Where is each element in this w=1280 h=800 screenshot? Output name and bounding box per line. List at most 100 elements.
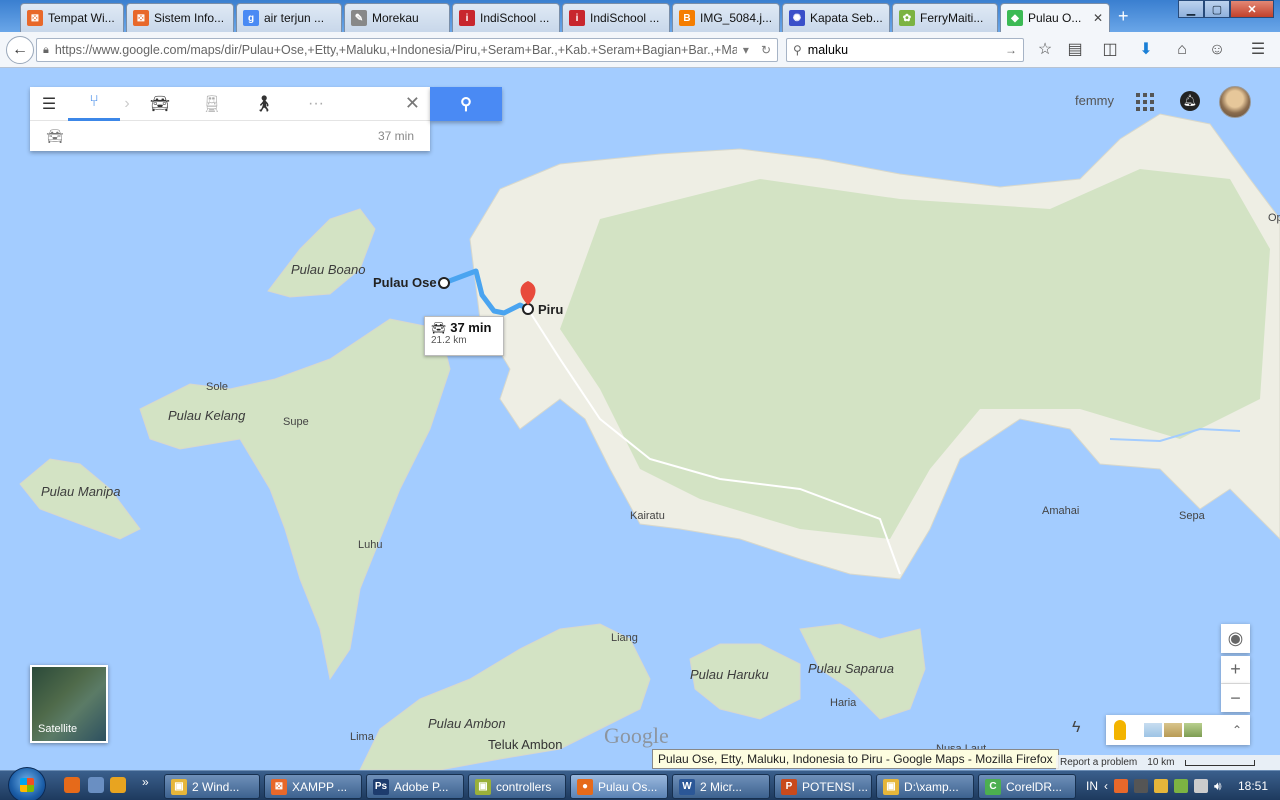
browser-tab[interactable]: ⊠ Tempat Wi... [20, 3, 124, 32]
browser-tab[interactable]: B IMG_5084.j... [672, 3, 780, 32]
back-button[interactable]: ← [6, 36, 34, 64]
map-label-destination: Piru [538, 302, 564, 317]
taskbar-item[interactable]: Ps Adobe P... [366, 774, 464, 799]
tab-label: FerryMaiti... [920, 11, 984, 25]
map-label: Pulau Manipa [41, 484, 121, 499]
taskbar-label: 2 Wind... [192, 779, 240, 794]
walk-icon[interactable]: 🚶︎ [238, 87, 290, 121]
address-bar[interactable]: 🔒︎ https://www.google.com/maps/dir/Pulau… [36, 38, 778, 62]
tab-label: Pulau O... [1028, 11, 1082, 25]
account-name[interactable]: femmy [1075, 93, 1114, 108]
browser-tab[interactable]: ✿ FerryMaiti... [892, 3, 998, 32]
avatar[interactable] [1219, 86, 1251, 118]
pegman-icon[interactable] [1114, 720, 1126, 740]
layer-thumbnail[interactable] [1184, 723, 1202, 737]
browser-tab[interactable]: ⊠ Sistem Info... [126, 3, 234, 32]
layer-thumbnail[interactable] [1144, 723, 1162, 737]
zoom-out-button[interactable]: − [1221, 684, 1250, 712]
taskbar-item[interactable]: ⊠ XAMPP ... [264, 774, 362, 799]
media-icon[interactable] [110, 777, 126, 793]
browser-tab[interactable]: i IndiSchool ... [562, 3, 670, 32]
satellite-toggle[interactable]: Satellite [30, 665, 108, 743]
search-bar[interactable]: ⚲ → [786, 38, 1024, 62]
language-indicator[interactable]: IN [1086, 779, 1098, 793]
zoom-in-button[interactable]: + [1221, 656, 1250, 684]
xampp-icon[interactable] [1114, 779, 1128, 793]
my-location-button[interactable]: ◉ [1221, 624, 1250, 653]
transit-icon[interactable]: 🚆︎ [186, 87, 238, 121]
close-icon[interactable]: ✕ [405, 93, 420, 114]
lightning-icon[interactable]: ϟ [1072, 719, 1080, 737]
taskbar-item[interactable]: ▣ 2 Wind... [164, 774, 260, 799]
volume-icon[interactable]: 🔊︎ [1214, 779, 1222, 794]
reading-list-icon[interactable]: ▤ [1065, 40, 1085, 60]
taskbar-label: Pulau Os... [598, 779, 658, 794]
close-icon[interactable]: ✕ [1093, 11, 1103, 25]
window-tooltip: Pulau Ose, Etty, Maluku, Indonesia to Pi… [652, 749, 1059, 769]
download-icon[interactable]: ⬇ [1136, 40, 1156, 60]
taskbar-item[interactable]: C CorelDR... [978, 774, 1076, 799]
computer-icon[interactable] [88, 777, 104, 793]
browser-tab[interactable]: ✺ Kapata Seb... [782, 3, 890, 32]
more-icon[interactable]: ··· [290, 87, 342, 121]
bookmark-star-icon[interactable]: ☆ [1035, 40, 1055, 60]
tab-active-maps[interactable]: ◆ Pulau O... ✕ [1000, 3, 1110, 32]
taskbar-item[interactable]: ▣ D:\xamp... [876, 774, 974, 799]
browser-tab[interactable]: i IndiSchool ... [452, 3, 560, 32]
layer-thumbnail[interactable] [1164, 723, 1182, 737]
location-icon: ◉ [1227, 628, 1244, 648]
browser-tab[interactable]: g air terjun ... [236, 3, 342, 32]
tray-app-icon[interactable] [1154, 779, 1168, 793]
tab-label: IMG_5084.j... [700, 11, 773, 25]
tab-label: IndiSchool ... [480, 11, 550, 25]
maximize-button[interactable]: ▢ [1204, 0, 1230, 18]
battery-icon[interactable] [1174, 779, 1188, 793]
start-button[interactable] [8, 767, 46, 800]
pocket-icon[interactable]: ◫ [1100, 40, 1120, 60]
map-canvas[interactable]: Pulau Boano Pulau Ose Piru Sole Pulau Ke… [0, 69, 1280, 770]
tab-label: Kapata Seb... [810, 11, 883, 25]
reload-icon[interactable]: ↻ [761, 43, 777, 57]
taskbar-item[interactable]: W 2 Micr... [672, 774, 770, 799]
taskbar-item[interactable]: ▣ controllers [468, 774, 566, 799]
menu-icon[interactable]: ☰ [30, 87, 68, 121]
tray-app-icon[interactable] [1134, 779, 1148, 793]
firefox-icon[interactable] [64, 777, 80, 793]
dropdown-icon[interactable]: ▾ [743, 43, 755, 57]
chat-icon[interactable]: ☺ [1207, 40, 1227, 60]
notifications-icon[interactable]: 🔔︎ [1180, 91, 1200, 111]
network-icon[interactable] [1194, 779, 1208, 793]
home-icon[interactable]: ⌂ [1172, 40, 1192, 60]
maps-icon: ◆ [1007, 10, 1023, 26]
scale-bar [1184, 759, 1255, 766]
layers-strip[interactable]: ⌃ [1106, 715, 1250, 745]
folder-icon: ▣ [475, 778, 491, 795]
xampp-icon: ⊠ [133, 10, 149, 26]
route-callout[interactable]: 🚘︎ 37 min 21.2 km [424, 316, 504, 356]
land-manipa [19, 458, 141, 540]
menu-icon[interactable]: ☰ [1248, 40, 1268, 60]
car-icon[interactable]: 🚘︎ [134, 87, 186, 121]
more-icon[interactable]: » [142, 775, 149, 789]
indi-icon: i [569, 10, 585, 26]
windows-taskbar: » ▣ 2 Wind... ⊠ XAMPP ... Ps Adobe P... … [0, 767, 1280, 800]
report-problem-link[interactable]: Report a problem [1060, 757, 1137, 768]
taskbar-label: XAMPP ... [292, 779, 348, 794]
clock[interactable]: 18:51 [1238, 779, 1268, 793]
tab-label: Tempat Wi... [48, 11, 115, 25]
expand-icon[interactable]: ⌃ [1232, 723, 1242, 737]
browser-tab[interactable]: ✎ Morekau [344, 3, 450, 32]
new-tab-button[interactable]: + [1118, 6, 1129, 27]
route-result[interactable]: 🚘︎ 37 min [30, 121, 430, 151]
taskbar-item[interactable]: P POTENSI ... [774, 774, 872, 799]
go-arrow-icon[interactable]: → [1005, 43, 1017, 57]
window-close-button[interactable]: ✕ [1230, 0, 1274, 18]
folder-icon: ▣ [883, 778, 899, 795]
search-button[interactable]: ⚲ [430, 87, 502, 121]
chevron-left-icon[interactable]: ‹ [1104, 779, 1108, 793]
search-input[interactable] [807, 43, 999, 57]
directions-icon[interactable]: ⑂ [68, 87, 120, 121]
apps-grid-icon[interactable] [1136, 93, 1154, 111]
minimize-button[interactable]: ▁ [1178, 0, 1204, 18]
taskbar-item-active[interactable]: ● Pulau Os... [570, 774, 668, 799]
